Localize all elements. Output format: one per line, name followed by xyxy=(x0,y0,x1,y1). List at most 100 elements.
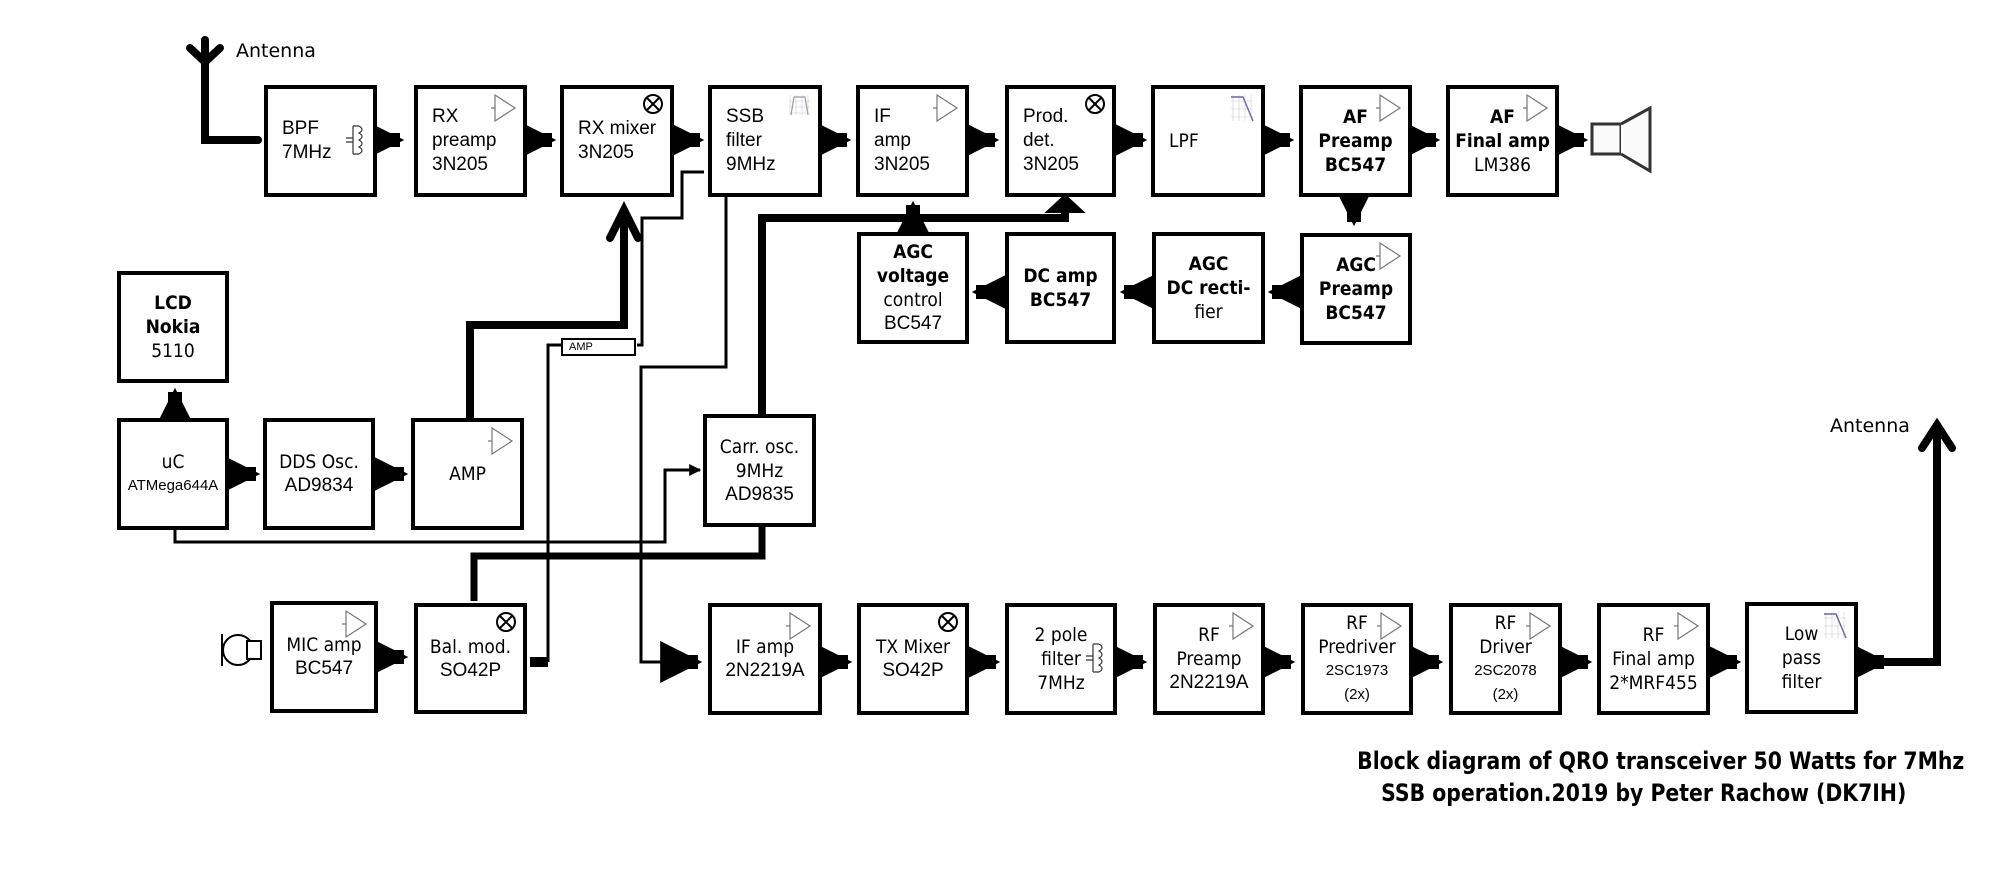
block-label-line: RF xyxy=(1642,624,1665,646)
bandpass-response-icon xyxy=(788,93,812,121)
amplifier-icon xyxy=(342,609,368,643)
block-label-line: Driver xyxy=(1479,636,1532,658)
title-line-2: SSB operation.2019 by Peter Rachow (DK7I… xyxy=(1380,779,1907,807)
small-amp-block: AMP xyxy=(561,338,636,356)
block-label-line: 7MHz xyxy=(1037,672,1085,694)
block-lcd: LCD Nokia 5110 xyxy=(117,271,229,383)
block-label-line: RX mixer xyxy=(578,118,657,139)
diagram-title: Block diagram of QRO transceiver 50 Watt… xyxy=(1357,745,1964,809)
block-lpf-rx: LPF xyxy=(1151,85,1265,197)
amplifier-icon xyxy=(786,611,812,645)
block-label-line: AF xyxy=(1343,106,1368,128)
block-uc: uC ATMega644A xyxy=(117,418,229,530)
block-label-line: AD9834 xyxy=(284,475,354,496)
block-label-line: BPF xyxy=(282,118,319,139)
block-rf-driver: RF Driver 2SC2078 (2x) xyxy=(1449,603,1562,715)
mixer-icon xyxy=(937,611,959,637)
block-dds: DDS Osc. AD9834 xyxy=(263,418,375,530)
block-label-line: AF xyxy=(1490,106,1515,128)
block-label-line: SSB xyxy=(726,106,765,127)
block-bpf: BPF 7MHz xyxy=(264,85,377,197)
block-label-line: (2x) xyxy=(1344,686,1370,703)
block-label-line: 3N205 xyxy=(578,142,634,163)
block-label-line: 3N205 xyxy=(432,154,488,175)
block-label-line: voltage xyxy=(876,265,950,287)
block-label-line: ATMega644A xyxy=(127,477,219,494)
block-dc-amp: DC amp BC547 xyxy=(1005,232,1116,344)
block-label-line: BC547 xyxy=(883,313,943,334)
block-label-line: RF xyxy=(1494,612,1517,634)
amplifier-icon xyxy=(1674,611,1700,645)
speaker-icon xyxy=(1590,105,1652,174)
block-label-line: Prod. xyxy=(1023,106,1069,127)
block-label-line: (2x) xyxy=(1492,686,1519,703)
mixer-icon xyxy=(642,93,664,119)
amplifier-icon xyxy=(488,426,514,460)
block-label: DC amp BC547 xyxy=(1009,236,1112,340)
block-label-line: RX xyxy=(432,106,459,127)
lc-tank-icon xyxy=(1083,641,1107,679)
block-tx-mixer: TX Mixer SO42P xyxy=(857,603,969,715)
block-label-line: Low xyxy=(1784,623,1819,645)
block-label-line: SO42P xyxy=(882,660,944,681)
block-label-line: Preamp xyxy=(1176,648,1242,670)
block-label-line: DC amp xyxy=(1023,265,1098,287)
block-label-line: 5110 xyxy=(151,340,195,362)
block-bal-mod: Bal. mod. SO42P xyxy=(414,603,527,714)
block-label-line: preamp xyxy=(432,130,497,151)
block-agc-preamp: AGC Preamp BC547 xyxy=(1300,233,1412,345)
block-label-line: AGC xyxy=(1188,253,1229,275)
block-vfo-amp: AMP xyxy=(411,418,524,530)
block-label-line: 3N205 xyxy=(1023,154,1079,175)
block-label-line: 2N2219A xyxy=(725,660,805,681)
block-label-line: filter xyxy=(1781,671,1822,693)
block-label-line: AMP xyxy=(449,463,486,485)
amplifier-icon xyxy=(1376,93,1402,127)
block-label-line: LPF xyxy=(1169,130,1199,152)
block-label-line: 3N205 xyxy=(874,154,930,175)
block-label-line: Bal. mod. xyxy=(429,635,512,658)
tx-antenna-line xyxy=(1880,421,1941,666)
block-label-line: 2 pole xyxy=(1034,624,1088,646)
block-label-line: control xyxy=(883,289,943,311)
microphone-icon xyxy=(221,634,262,666)
block-label-line: SO42P xyxy=(439,659,502,681)
block-label-line: RF xyxy=(1198,624,1220,646)
block-rf-final: RF Final amp 2*MRF455 xyxy=(1597,603,1710,715)
block-label-line: DC recti- xyxy=(1166,277,1251,299)
block-label-line: Final amp xyxy=(1455,130,1550,152)
block-label-line: 2N2219A xyxy=(1169,672,1249,693)
block-label-line: IF xyxy=(874,106,891,127)
block-label-line: DDS Osc. xyxy=(279,451,359,473)
block-label-line: LCD xyxy=(154,292,192,314)
block-label-line: filter xyxy=(1041,648,1081,670)
block-rf-preamp: RF Preamp 2N2219A xyxy=(1153,603,1265,715)
lowpass-response-icon xyxy=(1822,610,1848,644)
rx-antenna-label: Antenna xyxy=(236,40,316,62)
tx-antenna-label: Antenna xyxy=(1830,415,1910,437)
block-label-line: BC547 xyxy=(294,658,354,679)
block-label-line: 7MHz xyxy=(282,142,332,163)
block-prod-det: Prod. det. 3N205 xyxy=(1005,85,1116,197)
block-if-amp-rx: IF amp 3N205 xyxy=(856,85,969,197)
block-label-line: AGC xyxy=(893,241,933,263)
block-af-preamp: AF Preamp BC547 xyxy=(1299,85,1412,197)
block-carr-osc: Carr. osc. 9MHz AD9835 xyxy=(703,414,816,527)
block-ssb-filter: SSB filter 9MHz xyxy=(708,85,822,197)
amplifier-icon xyxy=(1229,611,1255,645)
block-label-line: BC547 xyxy=(1325,302,1387,324)
block-label-line: 9MHz xyxy=(735,459,784,482)
block-label-line: fier xyxy=(1194,301,1223,323)
amplifier-icon xyxy=(933,93,959,127)
block-label-line: uC xyxy=(161,451,185,473)
block-label: AGC DC recti-fier xyxy=(1156,236,1261,340)
title-line-1: Block diagram of QRO transceiver 50 Watt… xyxy=(1356,747,1964,775)
block-label-line: LM386 xyxy=(1474,154,1531,176)
block-label: DDS Osc. AD9834 xyxy=(267,422,371,526)
block-label-line: det. xyxy=(1023,130,1055,151)
amplifier-icon xyxy=(1377,611,1403,645)
block-label-line: Preamp xyxy=(1318,130,1393,152)
block-label-line: 2SC1973 xyxy=(1325,662,1389,679)
block-label-line: AD9835 xyxy=(725,483,794,505)
block-label-line: pass xyxy=(1781,647,1822,669)
